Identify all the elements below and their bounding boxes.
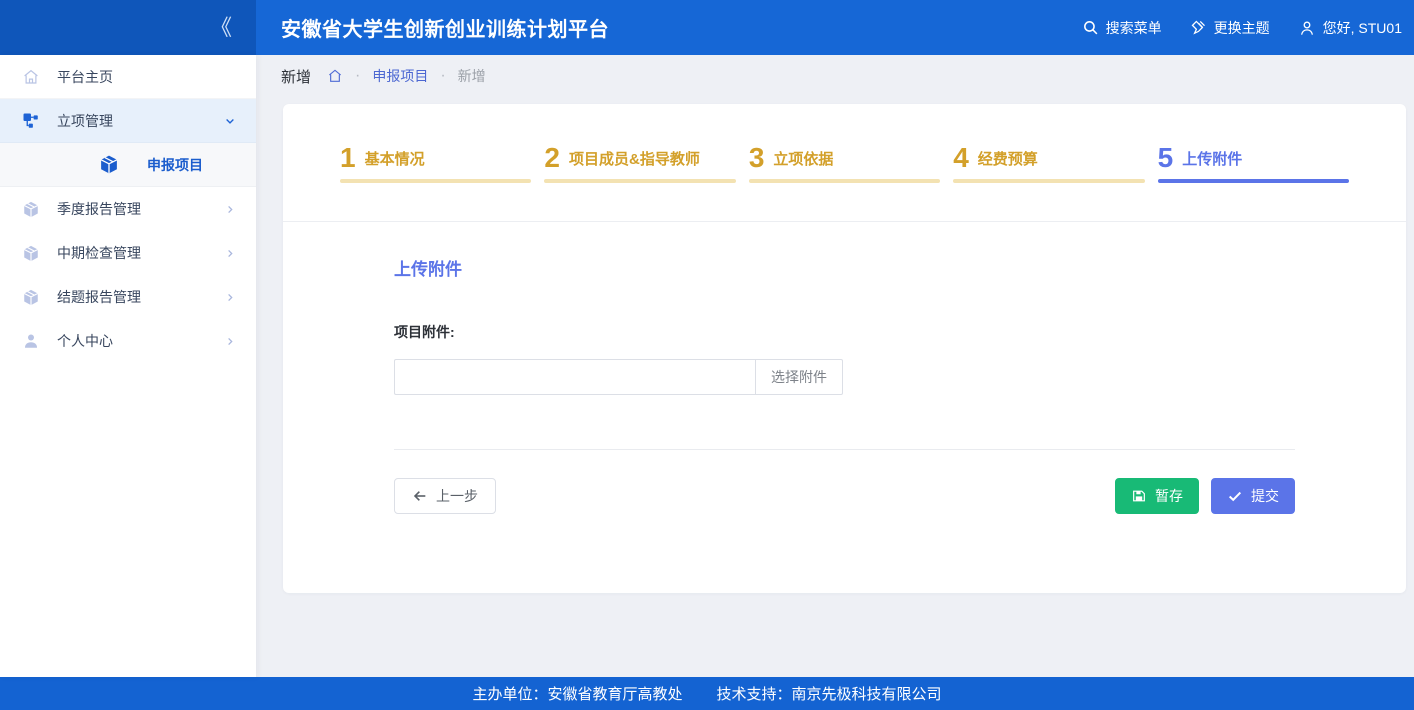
sidebar-item-label: 季度报告管理 xyxy=(57,199,224,219)
footer-host: 主办单位：安徽省教育厅高教处 xyxy=(472,683,682,704)
sidebar-item-label: 立项管理 xyxy=(57,111,224,131)
step-3-project-basis[interactable]: 3 立项依据 xyxy=(749,144,940,221)
search-menu-label: 搜索菜单 xyxy=(1106,18,1162,38)
step-progress-bar xyxy=(749,179,940,183)
user-icon xyxy=(22,332,40,350)
page-footer: 主办单位：安徽省教育厅高教处 技术支持：南京先极科技有限公司 xyxy=(0,677,1414,710)
submit-label: 提交 xyxy=(1251,486,1279,506)
breadcrumb-separator: · xyxy=(355,68,360,84)
sidebar-item-final-report[interactable]: 结题报告管理 xyxy=(0,275,256,319)
sidebar-item-personal-center[interactable]: 个人中心 xyxy=(0,319,256,363)
search-icon xyxy=(1082,19,1099,36)
chevron-right-icon xyxy=(224,204,236,215)
chevron-down-icon xyxy=(224,115,236,127)
home-icon xyxy=(327,68,343,84)
change-theme-button[interactable]: 更换主题 xyxy=(1190,18,1270,38)
save-draft-button[interactable]: 暂存 xyxy=(1115,478,1199,514)
sidebar-item-label: 申报项目 xyxy=(147,155,236,175)
upload-section: 上传附件 项目附件: 选择附件 上一步 暂存 xyxy=(283,255,1406,514)
step-progress-bar xyxy=(544,179,735,183)
step-label: 立项依据 xyxy=(773,148,833,172)
previous-step-label: 上一步 xyxy=(436,486,478,506)
sidebar-nav: 平台主页 立项管理 申报项目 季度报告管理 中期检查管理 结题报告管理 xyxy=(0,55,256,677)
breadcrumb-separator: · xyxy=(440,68,445,84)
choose-attachment-button[interactable]: 选择附件 xyxy=(755,359,843,395)
floppy-save-icon xyxy=(1131,488,1147,504)
arrow-left-icon xyxy=(412,488,428,504)
sidebar-header: 《 xyxy=(0,0,256,55)
form-card: 1 基本情况 2 项目成员&指导教师 3 立项依据 xyxy=(283,104,1406,593)
chevron-right-icon xyxy=(224,248,236,259)
step-number: 5 xyxy=(1158,144,1174,172)
user-menu-button[interactable]: 您好, STU01 xyxy=(1298,18,1402,38)
header-menu: 搜索菜单 更换主题 您好, STU01 xyxy=(1082,0,1414,55)
step-wizard: 1 基本情况 2 项目成员&指导教师 3 立项依据 xyxy=(283,104,1406,222)
sidebar-item-label: 个人中心 xyxy=(57,331,224,351)
check-icon xyxy=(1227,488,1243,504)
sitemap-icon xyxy=(22,112,40,130)
step-label: 上传附件 xyxy=(1182,148,1242,172)
step-5-upload-attachments[interactable]: 5 上传附件 xyxy=(1158,144,1349,221)
attachment-filename-input[interactable] xyxy=(394,359,755,395)
previous-step-button[interactable]: 上一步 xyxy=(394,478,496,514)
cube-icon xyxy=(22,244,40,263)
page-title: 新增 xyxy=(281,66,311,87)
home-icon xyxy=(22,68,40,86)
user-greeting: 您好, STU01 xyxy=(1323,18,1402,38)
sidebar-item-quarterly-report[interactable]: 季度报告管理 xyxy=(0,187,256,231)
sidebar-item-declare-project[interactable]: 申报项目 xyxy=(0,143,256,187)
sidebar-collapse-icon[interactable]: 《 xyxy=(210,17,230,39)
sidebar-item-platform-home[interactable]: 平台主页 xyxy=(0,55,256,99)
chevron-right-icon xyxy=(224,336,236,347)
upload-row: 选择附件 xyxy=(394,359,1295,395)
step-number: 1 xyxy=(340,144,356,172)
breadcrumb-link-declare-project[interactable]: 申报项目 xyxy=(372,66,428,86)
step-label: 基本情况 xyxy=(365,148,425,172)
step-progress-bar xyxy=(953,179,1144,183)
breadcrumb: 新增 · 申报项目 · 新增 xyxy=(256,55,1414,97)
step-number: 2 xyxy=(544,144,560,172)
sidebar-item-project-management[interactable]: 立项管理 xyxy=(0,99,256,143)
project-attachment-label: 项目附件: xyxy=(394,322,1295,342)
actions-bar: 上一步 暂存 提交 xyxy=(394,478,1295,514)
step-progress-bar xyxy=(1158,179,1349,183)
step-number: 3 xyxy=(749,144,765,172)
submit-button[interactable]: 提交 xyxy=(1211,478,1295,514)
section-title: 上传附件 xyxy=(394,255,1295,280)
theme-skin-icon xyxy=(1190,19,1207,36)
breadcrumb-home-link[interactable] xyxy=(327,68,343,84)
top-header: 《 安徽省大学生创新创业训练计划平台 搜索菜单 更换主题 您好, STU01 xyxy=(0,0,1414,55)
cube-icon xyxy=(98,154,120,175)
cube-icon xyxy=(22,200,40,219)
sidebar-item-label: 中期检查管理 xyxy=(57,243,224,263)
step-1-basic-info[interactable]: 1 基本情况 xyxy=(340,144,531,221)
user-icon xyxy=(1298,19,1316,37)
sidebar-item-midterm-check[interactable]: 中期检查管理 xyxy=(0,231,256,275)
save-draft-label: 暂存 xyxy=(1155,486,1183,506)
step-label: 经费预算 xyxy=(978,148,1038,172)
step-2-members-teachers[interactable]: 2 项目成员&指导教师 xyxy=(544,144,735,221)
app-title: 安徽省大学生创新创业训练计划平台 xyxy=(256,0,609,55)
breadcrumb-current: 新增 xyxy=(458,66,486,86)
step-label: 项目成员&指导教师 xyxy=(569,148,700,172)
change-theme-label: 更换主题 xyxy=(1214,18,1270,38)
search-menu-button[interactable]: 搜索菜单 xyxy=(1082,18,1162,38)
step-4-budget[interactable]: 4 经费预算 xyxy=(953,144,1144,221)
section-divider xyxy=(394,449,1295,450)
chevron-right-icon xyxy=(224,292,236,303)
step-number: 4 xyxy=(953,144,969,172)
actions-right: 暂存 提交 xyxy=(1115,478,1295,514)
sidebar-item-label: 平台主页 xyxy=(57,67,236,87)
sidebar-item-label: 结题报告管理 xyxy=(57,287,224,307)
footer-support: 技术支持：南京先极科技有限公司 xyxy=(717,683,942,704)
main-content: 新增 · 申报项目 · 新增 1 基本情况 xyxy=(256,55,1414,677)
cube-icon xyxy=(22,288,40,307)
step-progress-bar xyxy=(340,179,531,183)
